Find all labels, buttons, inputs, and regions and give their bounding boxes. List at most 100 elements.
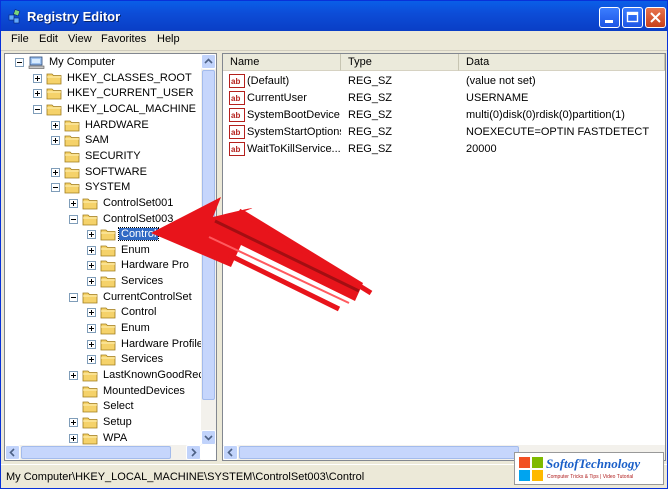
list-scroll-left-button[interactable] [223,445,238,460]
collapse-icon[interactable] [69,292,78,302]
collapse-icon[interactable] [69,214,78,224]
expand-icon[interactable] [69,371,78,380]
column-header-data[interactable]: Data [459,54,665,71]
tree-item-label: Services [121,353,164,366]
expand-icon[interactable] [51,136,60,146]
expand-icon[interactable] [69,198,78,208]
red-arrow-annotation [151,197,373,312]
list-item[interactable]: ab CurrentUser REG_SZ USERNAME [223,90,663,107]
tree-item[interactable]: Services [5,352,201,367]
expand-icon[interactable] [87,277,96,287]
folder-icon [100,337,117,352]
logo-tagline: Computer Tricks & Tips | Video Tutorial [547,474,634,480]
tree-item[interactable]: WPA [5,431,201,446]
list-item[interactable]: ab SystemStartOptions REG_SZ NOEXECUTE=OPTI… [223,124,663,141]
folder-icon [100,274,117,289]
expand-icon[interactable] [69,417,78,427]
expand-icon[interactable] [87,339,96,349]
folder-icon [64,149,81,164]
scroll-right-button[interactable] [186,445,201,460]
windows-logo-icon [519,457,543,481]
arrow-right-icon [191,448,197,457]
tree-item[interactable]: HKEY_LOCAL_MACHINE [5,102,201,117]
arrow-left-icon [9,448,15,457]
folder-icon [82,290,99,305]
title-bar[interactable]: Registry Editor [1,1,667,31]
tree-item[interactable]: Select [5,399,201,414]
menu-favorites[interactable]: Favorites [101,33,146,45]
tree-item[interactable]: HARDWARE [5,118,201,133]
menu-bar: File Edit View Favorites Help [1,31,667,51]
collapse-icon[interactable] [33,104,42,114]
tree-horizontal-scroll-thumb[interactable] [21,446,171,459]
menu-edit[interactable]: Edit [39,33,58,45]
window-title: Registry Editor [27,9,121,24]
expand-icon[interactable] [87,230,96,240]
tree-item[interactable]: LastKnownGoodRec [5,368,204,383]
expand-icon[interactable] [87,324,96,334]
expand-icon[interactable] [69,433,78,443]
minimize-icon [605,20,613,23]
expand-icon[interactable] [51,120,60,130]
list-item[interactable]: ab (Default) REG_SZ (value not set) [223,73,663,90]
expand-icon[interactable] [87,308,96,318]
list-item[interactable]: ab SystemBootDevice REG_SZ multi(0)disk(0)r… [223,107,663,124]
menu-file[interactable]: File [11,33,29,45]
tree-item[interactable]: Enum [5,321,201,336]
scroll-left-button[interactable] [5,445,20,460]
expand-icon[interactable] [87,355,96,365]
value-name: SystemStartOptions [247,126,341,138]
tree-item[interactable]: MountedDevices [5,384,201,399]
list-item[interactable]: ab WaitToKillService... REG_SZ 20000 [223,141,663,158]
minimize-button[interactable] [599,7,620,28]
svg-text:ab: ab [231,77,240,86]
folder-icon [46,86,63,101]
tree-item[interactable]: SECURITY [5,149,201,164]
value-data: 20000 [466,143,497,155]
tree-item[interactable]: SAM [5,133,201,148]
collapse-icon[interactable] [15,58,24,67]
collapse-icon[interactable] [51,183,60,193]
expand-icon[interactable] [87,245,96,255]
maximize-button[interactable] [622,7,643,28]
close-button[interactable] [645,7,666,28]
folder-icon [100,305,117,320]
value-data: USERNAME [466,92,529,104]
list-horizontal-scroll-thumb[interactable] [239,446,519,459]
value-type: REG_SZ [348,126,393,138]
folder-icon [46,71,63,86]
tree-item[interactable]: Hardware Profile [5,337,203,352]
scroll-down-button[interactable] [201,430,216,445]
expand-icon[interactable] [33,89,42,99]
column-header-name[interactable]: Name [223,54,341,71]
folder-icon [82,212,99,227]
tree-item[interactable]: Setup [5,415,201,430]
value-name: WaitToKillService... [247,143,341,155]
registry-editor-window: Registry Editor File Edit View Favorites… [0,0,668,489]
tree-item[interactable]: HKEY_CLASSES_ROOT [5,71,201,86]
tree-item-label: Setup [103,415,132,428]
value-type: REG_SZ [348,109,393,121]
menu-view[interactable]: View [68,33,92,45]
close-icon [650,12,661,23]
registry-editor-icon [8,9,21,24]
folder-icon [46,102,63,117]
scroll-up-button[interactable] [201,54,216,69]
tree-item-label: MountedDevices [103,384,185,397]
expand-icon[interactable] [51,167,60,177]
tree-item[interactable]: My Computer [5,55,201,70]
folder-icon [100,352,117,367]
tree-item[interactable]: HKEY_CURRENT_USER [5,86,201,101]
expand-icon[interactable] [33,73,42,83]
tree-item-label: SYSTEM [85,181,131,194]
tree-item[interactable]: SOFTWARE [5,165,201,180]
expand-icon[interactable] [87,261,96,271]
tree-item-label: Select [103,400,134,413]
tree-item-label: Enum [121,322,150,335]
menu-help[interactable]: Help [157,33,180,45]
tree-item-label: HKEY_LOCAL_MACHINE [67,102,196,115]
tree-horizontal-scrollbar[interactable] [5,445,201,460]
column-header-type[interactable]: Type [341,54,459,71]
tree-item-label: HKEY_CLASSES_ROOT [67,71,192,84]
value-type: REG_SZ [348,143,393,155]
